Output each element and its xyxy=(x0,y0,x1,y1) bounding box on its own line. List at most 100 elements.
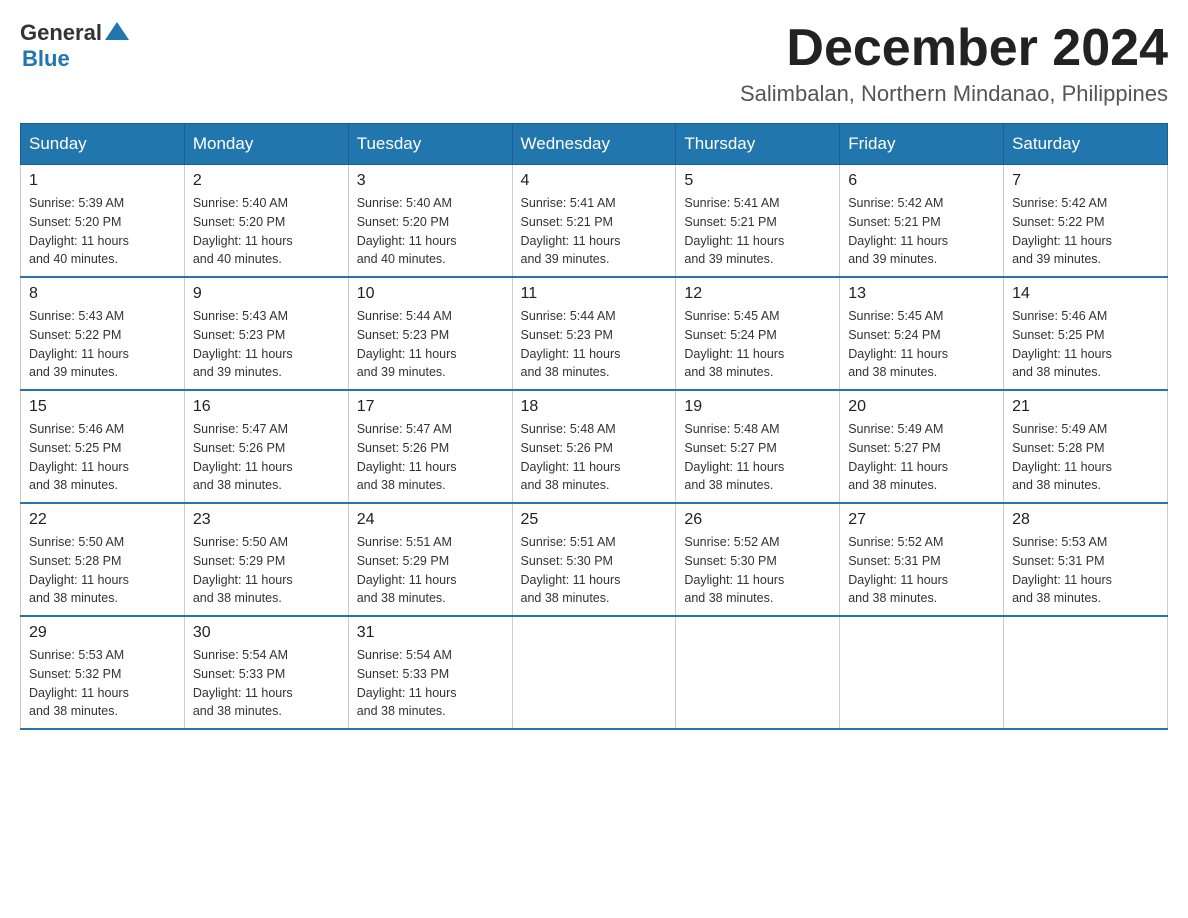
day-number: 18 xyxy=(521,398,668,416)
calendar-week-row: 8 Sunrise: 5:43 AM Sunset: 5:22 PM Dayli… xyxy=(21,277,1168,390)
day-number: 10 xyxy=(357,285,504,303)
day-info: Sunrise: 5:52 AM Sunset: 5:30 PM Dayligh… xyxy=(684,533,831,608)
day-info: Sunrise: 5:39 AM Sunset: 5:20 PM Dayligh… xyxy=(29,194,176,269)
col-friday: Friday xyxy=(840,124,1004,165)
day-number: 21 xyxy=(1012,398,1159,416)
col-saturday: Saturday xyxy=(1004,124,1168,165)
day-number: 29 xyxy=(29,624,176,642)
table-row: 22 Sunrise: 5:50 AM Sunset: 5:28 PM Dayl… xyxy=(21,503,185,616)
calendar-week-row: 15 Sunrise: 5:46 AM Sunset: 5:25 PM Dayl… xyxy=(21,390,1168,503)
table-row: 17 Sunrise: 5:47 AM Sunset: 5:26 PM Dayl… xyxy=(348,390,512,503)
day-info: Sunrise: 5:43 AM Sunset: 5:23 PM Dayligh… xyxy=(193,307,340,382)
table-row: 20 Sunrise: 5:49 AM Sunset: 5:27 PM Dayl… xyxy=(840,390,1004,503)
day-number: 4 xyxy=(521,172,668,190)
table-row: 19 Sunrise: 5:48 AM Sunset: 5:27 PM Dayl… xyxy=(676,390,840,503)
day-number: 12 xyxy=(684,285,831,303)
day-number: 11 xyxy=(521,285,668,303)
table-row: 9 Sunrise: 5:43 AM Sunset: 5:23 PM Dayli… xyxy=(184,277,348,390)
table-row xyxy=(676,616,840,729)
table-row: 27 Sunrise: 5:52 AM Sunset: 5:31 PM Dayl… xyxy=(840,503,1004,616)
day-number: 2 xyxy=(193,172,340,190)
day-info: Sunrise: 5:44 AM Sunset: 5:23 PM Dayligh… xyxy=(521,307,668,382)
day-info: Sunrise: 5:54 AM Sunset: 5:33 PM Dayligh… xyxy=(357,646,504,721)
table-row: 15 Sunrise: 5:46 AM Sunset: 5:25 PM Dayl… xyxy=(21,390,185,503)
day-number: 28 xyxy=(1012,511,1159,529)
day-number: 7 xyxy=(1012,172,1159,190)
day-number: 26 xyxy=(684,511,831,529)
col-wednesday: Wednesday xyxy=(512,124,676,165)
day-info: Sunrise: 5:43 AM Sunset: 5:22 PM Dayligh… xyxy=(29,307,176,382)
table-row: 10 Sunrise: 5:44 AM Sunset: 5:23 PM Dayl… xyxy=(348,277,512,390)
col-thursday: Thursday xyxy=(676,124,840,165)
col-sunday: Sunday xyxy=(21,124,185,165)
col-monday: Monday xyxy=(184,124,348,165)
table-row xyxy=(840,616,1004,729)
calendar-week-row: 29 Sunrise: 5:53 AM Sunset: 5:32 PM Dayl… xyxy=(21,616,1168,729)
day-info: Sunrise: 5:40 AM Sunset: 5:20 PM Dayligh… xyxy=(193,194,340,269)
calendar-header-row: Sunday Monday Tuesday Wednesday Thursday… xyxy=(21,124,1168,165)
table-row: 30 Sunrise: 5:54 AM Sunset: 5:33 PM Dayl… xyxy=(184,616,348,729)
day-info: Sunrise: 5:50 AM Sunset: 5:28 PM Dayligh… xyxy=(29,533,176,608)
calendar-week-row: 22 Sunrise: 5:50 AM Sunset: 5:28 PM Dayl… xyxy=(21,503,1168,616)
day-number: 27 xyxy=(848,511,995,529)
table-row xyxy=(512,616,676,729)
day-info: Sunrise: 5:51 AM Sunset: 5:30 PM Dayligh… xyxy=(521,533,668,608)
calendar-week-row: 1 Sunrise: 5:39 AM Sunset: 5:20 PM Dayli… xyxy=(21,165,1168,278)
day-number: 25 xyxy=(521,511,668,529)
table-row: 1 Sunrise: 5:39 AM Sunset: 5:20 PM Dayli… xyxy=(21,165,185,278)
calendar-table: Sunday Monday Tuesday Wednesday Thursday… xyxy=(20,123,1168,730)
table-row: 13 Sunrise: 5:45 AM Sunset: 5:24 PM Dayl… xyxy=(840,277,1004,390)
table-row: 21 Sunrise: 5:49 AM Sunset: 5:28 PM Dayl… xyxy=(1004,390,1168,503)
table-row: 29 Sunrise: 5:53 AM Sunset: 5:32 PM Dayl… xyxy=(21,616,185,729)
day-number: 23 xyxy=(193,511,340,529)
day-number: 30 xyxy=(193,624,340,642)
table-row: 11 Sunrise: 5:44 AM Sunset: 5:23 PM Dayl… xyxy=(512,277,676,390)
day-info: Sunrise: 5:51 AM Sunset: 5:29 PM Dayligh… xyxy=(357,533,504,608)
table-row: 24 Sunrise: 5:51 AM Sunset: 5:29 PM Dayl… xyxy=(348,503,512,616)
day-number: 8 xyxy=(29,285,176,303)
day-info: Sunrise: 5:45 AM Sunset: 5:24 PM Dayligh… xyxy=(684,307,831,382)
day-info: Sunrise: 5:48 AM Sunset: 5:26 PM Dayligh… xyxy=(521,420,668,495)
day-info: Sunrise: 5:47 AM Sunset: 5:26 PM Dayligh… xyxy=(193,420,340,495)
table-row: 2 Sunrise: 5:40 AM Sunset: 5:20 PM Dayli… xyxy=(184,165,348,278)
day-number: 20 xyxy=(848,398,995,416)
table-row: 12 Sunrise: 5:45 AM Sunset: 5:24 PM Dayl… xyxy=(676,277,840,390)
day-info: Sunrise: 5:50 AM Sunset: 5:29 PM Dayligh… xyxy=(193,533,340,608)
table-row: 31 Sunrise: 5:54 AM Sunset: 5:33 PM Dayl… xyxy=(348,616,512,729)
day-info: Sunrise: 5:46 AM Sunset: 5:25 PM Dayligh… xyxy=(29,420,176,495)
day-info: Sunrise: 5:52 AM Sunset: 5:31 PM Dayligh… xyxy=(848,533,995,608)
day-info: Sunrise: 5:47 AM Sunset: 5:26 PM Dayligh… xyxy=(357,420,504,495)
day-info: Sunrise: 5:41 AM Sunset: 5:21 PM Dayligh… xyxy=(684,194,831,269)
table-row: 3 Sunrise: 5:40 AM Sunset: 5:20 PM Dayli… xyxy=(348,165,512,278)
day-number: 14 xyxy=(1012,285,1159,303)
day-number: 17 xyxy=(357,398,504,416)
day-info: Sunrise: 5:46 AM Sunset: 5:25 PM Dayligh… xyxy=(1012,307,1159,382)
day-info: Sunrise: 5:54 AM Sunset: 5:33 PM Dayligh… xyxy=(193,646,340,721)
table-row: 6 Sunrise: 5:42 AM Sunset: 5:21 PM Dayli… xyxy=(840,165,1004,278)
col-tuesday: Tuesday xyxy=(348,124,512,165)
logo-triangle-icon xyxy=(105,22,129,40)
day-number: 13 xyxy=(848,285,995,303)
page-header: General Blue December 2024 Salimbalan, N… xyxy=(20,20,1168,107)
table-row: 25 Sunrise: 5:51 AM Sunset: 5:30 PM Dayl… xyxy=(512,503,676,616)
logo-text-general: General xyxy=(20,20,102,46)
day-number: 9 xyxy=(193,285,340,303)
day-info: Sunrise: 5:48 AM Sunset: 5:27 PM Dayligh… xyxy=(684,420,831,495)
table-row: 26 Sunrise: 5:52 AM Sunset: 5:30 PM Dayl… xyxy=(676,503,840,616)
day-number: 3 xyxy=(357,172,504,190)
table-row: 23 Sunrise: 5:50 AM Sunset: 5:29 PM Dayl… xyxy=(184,503,348,616)
day-number: 6 xyxy=(848,172,995,190)
day-info: Sunrise: 5:40 AM Sunset: 5:20 PM Dayligh… xyxy=(357,194,504,269)
table-row xyxy=(1004,616,1168,729)
day-info: Sunrise: 5:44 AM Sunset: 5:23 PM Dayligh… xyxy=(357,307,504,382)
table-row: 8 Sunrise: 5:43 AM Sunset: 5:22 PM Dayli… xyxy=(21,277,185,390)
logo-text-blue: Blue xyxy=(22,46,70,72)
day-info: Sunrise: 5:49 AM Sunset: 5:28 PM Dayligh… xyxy=(1012,420,1159,495)
day-info: Sunrise: 5:45 AM Sunset: 5:24 PM Dayligh… xyxy=(848,307,995,382)
table-row: 4 Sunrise: 5:41 AM Sunset: 5:21 PM Dayli… xyxy=(512,165,676,278)
day-info: Sunrise: 5:41 AM Sunset: 5:21 PM Dayligh… xyxy=(521,194,668,269)
table-row: 28 Sunrise: 5:53 AM Sunset: 5:31 PM Dayl… xyxy=(1004,503,1168,616)
logo: General Blue xyxy=(20,20,129,72)
table-row: 18 Sunrise: 5:48 AM Sunset: 5:26 PM Dayl… xyxy=(512,390,676,503)
day-number: 22 xyxy=(29,511,176,529)
